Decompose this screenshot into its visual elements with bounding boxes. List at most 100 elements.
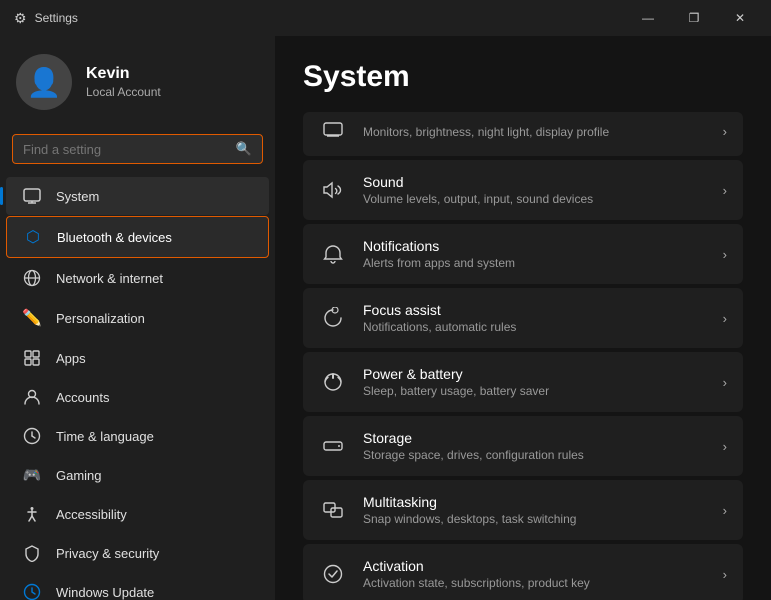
bluetooth-icon: ⬡ [23,227,43,247]
power-icon [319,371,347,393]
maximize-button[interactable]: ❐ [671,0,717,36]
settings-item-focus-left: Focus assist Notifications, automatic ru… [319,302,516,334]
settings-item-power-desc: Sleep, battery usage, battery saver [363,384,549,398]
sound-icon [319,179,347,201]
notifications-icon [319,243,347,265]
settings-item-display-desc: Monitors, brightness, night light, displ… [363,125,609,139]
settings-item-power-text: Power & battery Sleep, battery usage, ba… [363,366,549,398]
titlebar-title: Settings [35,11,78,25]
sidebar-item-accounts[interactable]: Accounts [6,378,269,416]
settings-item-activation-left: Activation Activation state, subscriptio… [319,558,590,590]
settings-item-focus-title: Focus assist [363,302,516,318]
avatar-icon: 👤 [27,66,62,99]
user-info: Kevin Local Account [86,65,161,99]
page-title: System [303,60,743,94]
user-name: Kevin [86,65,161,83]
settings-item-focus-text: Focus assist Notifications, automatic ru… [363,302,516,334]
sidebar-item-accessibility[interactable]: Accessibility [6,495,269,533]
settings-item-multitasking[interactable]: Multitasking Snap windows, desktops, tas… [303,480,743,540]
search-box[interactable]: 🔍 [12,134,263,164]
settings-item-display-left: Monitors, brightness, night light, displ… [319,120,609,142]
settings-item-storage-desc: Storage space, drives, configuration rul… [363,448,584,462]
chevron-icon-storage: › [723,439,727,454]
sidebar-item-system[interactable]: System [6,177,269,215]
settings-item-storage-left: Storage Storage space, drives, configura… [319,430,584,462]
sidebar: 👤 Kevin Local Account 🔍 [0,36,275,600]
multitasking-icon [319,499,347,521]
settings-item-activation-title: Activation [363,558,590,574]
storage-icon [319,435,347,457]
user-profile[interactable]: 👤 Kevin Local Account [0,36,275,126]
personalization-icon: ✏️ [22,308,42,328]
close-button[interactable]: ✕ [717,0,763,36]
main-layout: 👤 Kevin Local Account 🔍 [0,36,771,600]
gaming-icon: 🎮 [22,466,42,484]
sidebar-nav: System ⬡ Bluetooth & devices Network & i… [0,176,275,600]
titlebar-left: ⚙ Settings [14,10,78,27]
sidebar-item-time[interactable]: Time & language [6,417,269,455]
settings-item-notifications-left: Notifications Alerts from apps and syste… [319,238,515,270]
minimize-button[interactable]: — [625,0,671,36]
settings-item-activation[interactable]: Activation Activation state, subscriptio… [303,544,743,600]
settings-item-power-left: Power & battery Sleep, battery usage, ba… [319,366,549,398]
search-icon[interactable]: 🔍 [236,141,252,157]
settings-item-sound-left: Sound Volume levels, output, input, soun… [319,174,593,206]
settings-item-focus-desc: Notifications, automatic rules [363,320,516,334]
sidebar-item-label-apps: Apps [56,351,86,366]
time-icon [22,427,42,445]
chevron-icon-sound: › [723,183,727,198]
settings-item-multitasking-left: Multitasking Snap windows, desktops, tas… [319,494,576,526]
sidebar-item-apps[interactable]: Apps [6,339,269,377]
sidebar-item-update[interactable]: Windows Update [6,573,269,600]
sidebar-item-label-personalization: Personalization [56,311,145,326]
settings-item-sound[interactable]: Sound Volume levels, output, input, soun… [303,160,743,220]
settings-item-power[interactable]: Power & battery Sleep, battery usage, ba… [303,352,743,412]
chevron-icon-focus: › [723,311,727,326]
sidebar-item-label-network: Network & internet [56,271,163,286]
focus-icon [319,307,347,329]
settings-item-multitasking-title: Multitasking [363,494,576,510]
sidebar-item-label-accounts: Accounts [56,390,109,405]
settings-item-notifications[interactable]: Notifications Alerts from apps and syste… [303,224,743,284]
settings-item-activation-text: Activation Activation state, subscriptio… [363,558,590,590]
sidebar-item-bluetooth[interactable]: ⬡ Bluetooth & devices [6,216,269,258]
display-icon [319,120,347,142]
activation-icon [319,563,347,585]
sidebar-item-label-accessibility: Accessibility [56,507,127,522]
chevron-icon-display: › [723,124,727,139]
settings-item-notifications-text: Notifications Alerts from apps and syste… [363,238,515,270]
sidebar-item-privacy[interactable]: Privacy & security [6,534,269,572]
avatar: 👤 [16,54,72,110]
search-input[interactable] [23,142,228,157]
search-container: 🔍 [0,126,275,176]
sidebar-item-personalization[interactable]: ✏️ Personalization [6,298,269,338]
settings-item-multitasking-desc: Snap windows, desktops, task switching [363,512,576,526]
settings-item-sound-desc: Volume levels, output, input, sound devi… [363,192,593,206]
sidebar-item-label-gaming: Gaming [56,468,102,483]
content-area: System Monitors, brightness, night light… [275,36,771,600]
sidebar-item-gaming[interactable]: 🎮 Gaming [6,456,269,494]
chevron-icon-notifications: › [723,247,727,262]
settings-item-storage-title: Storage [363,430,584,446]
sidebar-item-label-update: Windows Update [56,585,154,600]
sidebar-item-network[interactable]: Network & internet [6,259,269,297]
settings-item-display-text: Monitors, brightness, night light, displ… [363,123,609,139]
settings-item-sound-text: Sound Volume levels, output, input, soun… [363,174,593,206]
update-icon [22,583,42,600]
settings-item-power-title: Power & battery [363,366,549,382]
accessibility-icon [22,505,42,523]
titlebar: ⚙ Settings — ❐ ✕ [0,0,771,36]
sidebar-item-label-time: Time & language [56,429,154,444]
settings-item-notifications-desc: Alerts from apps and system [363,256,515,270]
sidebar-item-label-bluetooth: Bluetooth & devices [57,230,172,245]
settings-item-display[interactable]: Monitors, brightness, night light, displ… [303,112,743,156]
settings-item-focus[interactable]: Focus assist Notifications, automatic ru… [303,288,743,348]
privacy-icon [22,544,42,562]
sidebar-item-label-system: System [56,189,99,204]
settings-item-storage[interactable]: Storage Storage space, drives, configura… [303,416,743,476]
settings-item-multitasking-text: Multitasking Snap windows, desktops, tas… [363,494,576,526]
sidebar-item-label-privacy: Privacy & security [56,546,159,561]
chevron-icon-multitasking: › [723,503,727,518]
settings-item-notifications-title: Notifications [363,238,515,254]
network-icon [22,269,42,287]
